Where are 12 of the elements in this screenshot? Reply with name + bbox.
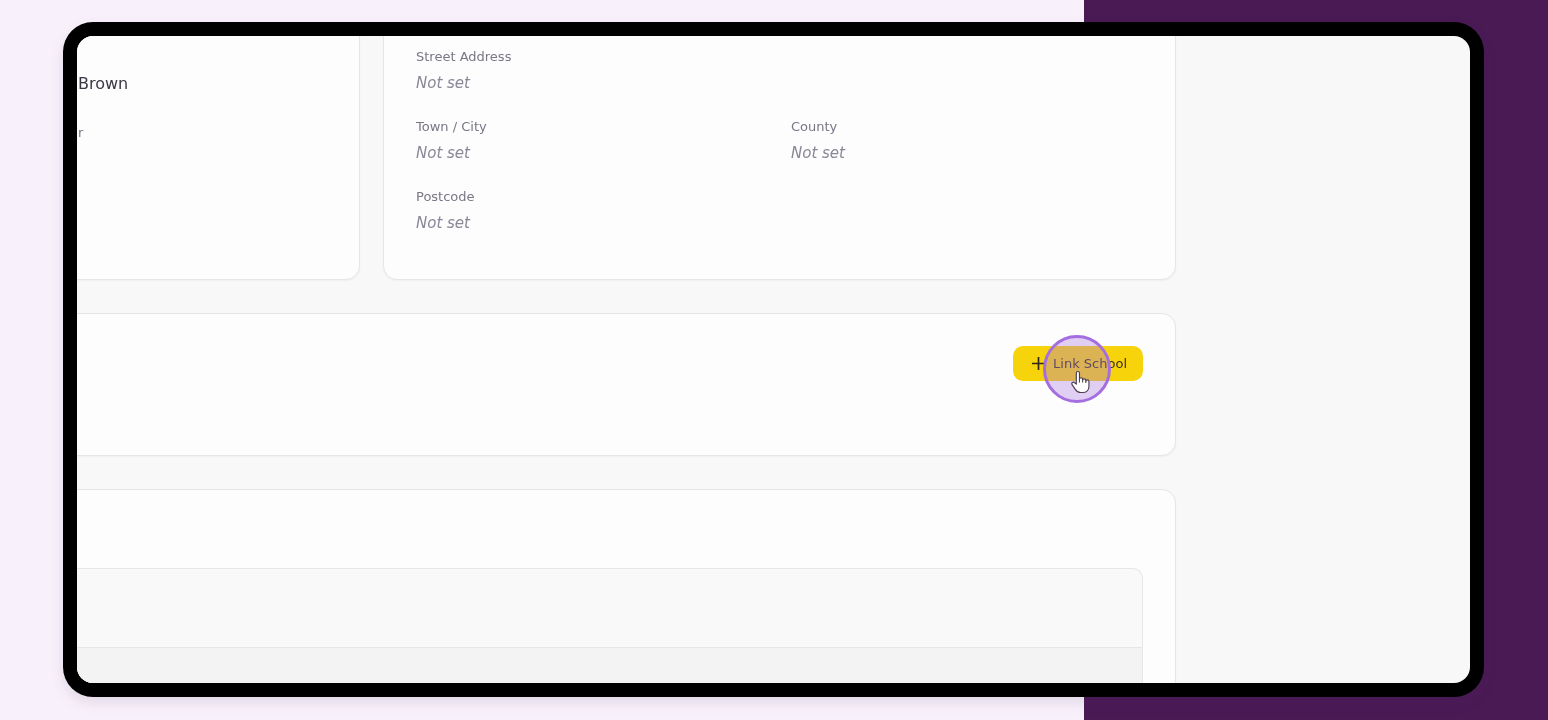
field-value: Not set bbox=[791, 143, 845, 164]
field-value: Not set bbox=[416, 73, 470, 94]
plus-icon bbox=[1032, 357, 1046, 370]
field-value: Not set bbox=[416, 143, 470, 164]
field-label: County bbox=[791, 118, 838, 136]
field-label: r bbox=[78, 124, 84, 142]
field-label: Town / City bbox=[416, 118, 487, 136]
field-value: Not set bbox=[416, 213, 470, 234]
field-label: Street Address bbox=[416, 48, 512, 66]
hand-cursor-icon bbox=[1070, 370, 1091, 394]
field-label: Postcode bbox=[416, 188, 475, 206]
person-name: Brown bbox=[78, 73, 129, 95]
